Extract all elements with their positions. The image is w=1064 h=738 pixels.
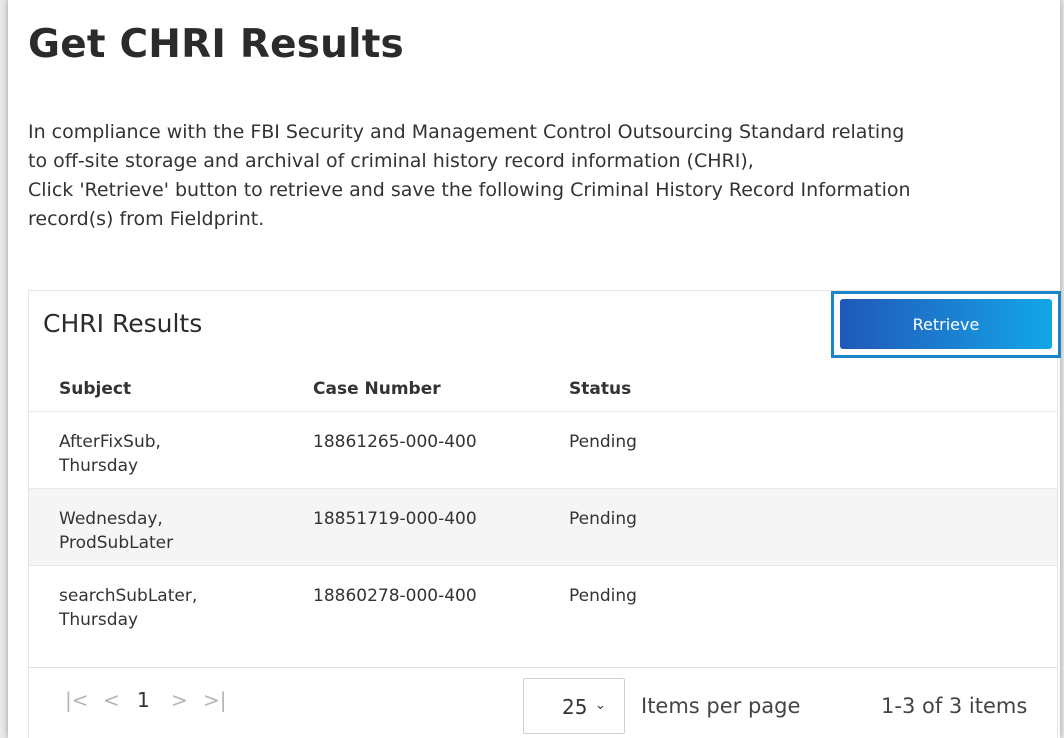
subject-cell: searchSubLater, Thursday	[59, 584, 279, 632]
chevron-down-icon: ⌄	[595, 698, 606, 713]
pagination-bar: |< < 1 > >| 25 ⌄ Items per page 1-3 of 3…	[29, 667, 1057, 738]
case-number-cell: 18861265-000-400	[313, 432, 477, 452]
subject-first: ProdSubLater	[59, 533, 174, 553]
table-row[interactable]: Wednesday, ProdSubLater 18851719-000-400…	[29, 488, 1057, 565]
intro-line: Click 'Retrieve' button to retrieve and …	[28, 179, 911, 201]
items-per-page-label: Items per page	[641, 694, 801, 718]
status-cell: Pending	[569, 432, 637, 452]
chri-results-card: CHRI Results Retrieve Subject Case Numbe…	[28, 290, 1061, 738]
retrieve-highlight: Retrieve	[831, 291, 1061, 358]
items-count: 1-3 of 3 items	[881, 694, 1028, 718]
retrieve-button[interactable]: Retrieve	[840, 299, 1052, 349]
intro-line: In compliance with the FBI Security and …	[28, 121, 905, 143]
column-header-status[interactable]: Status	[569, 379, 631, 399]
intro-line: record(s) from Fieldprint.	[28, 208, 265, 230]
last-page-icon[interactable]: >|	[203, 688, 227, 712]
case-number-cell: 18851719-000-400	[313, 509, 477, 529]
table-body: AfterFixSub, Thursday 18861265-000-400 P…	[29, 411, 1057, 642]
status-cell: Pending	[569, 586, 637, 606]
next-page-icon[interactable]: >	[171, 688, 188, 712]
column-header-subject[interactable]: Subject	[59, 379, 131, 399]
table-row[interactable]: searchSubLater, Thursday 18860278-000-40…	[29, 565, 1057, 642]
page-size-value: 25	[562, 695, 588, 719]
status-cell: Pending	[569, 509, 637, 529]
subject-last: AfterFixSub,	[59, 432, 161, 452]
current-page-number[interactable]: 1	[137, 688, 150, 712]
table-header: Subject Case Number Status	[29, 363, 1057, 413]
subject-cell: AfterFixSub, Thursday	[59, 430, 279, 478]
subject-cell: Wednesday, ProdSubLater	[59, 507, 279, 555]
intro-text: In compliance with the FBI Security and …	[28, 118, 1048, 234]
table-row[interactable]: AfterFixSub, Thursday 18861265-000-400 P…	[29, 411, 1057, 488]
card-title: CHRI Results	[43, 309, 203, 338]
subject-last: searchSubLater,	[59, 586, 198, 606]
intro-line: to off-site storage and archival of crim…	[28, 150, 754, 172]
subject-last: Wednesday,	[59, 509, 163, 529]
case-number-cell: 18860278-000-400	[313, 586, 477, 606]
prev-page-icon[interactable]: <	[103, 688, 120, 712]
page-title: Get CHRI Results	[28, 22, 404, 67]
first-page-icon[interactable]: |<	[65, 688, 89, 712]
page-frame: Get CHRI Results In compliance with the …	[8, 0, 1061, 738]
subject-first: Thursday	[59, 610, 139, 630]
page-size-select[interactable]: 25 ⌄	[523, 678, 625, 734]
subject-first: Thursday	[59, 456, 139, 476]
column-header-case-number[interactable]: Case Number	[313, 379, 441, 399]
